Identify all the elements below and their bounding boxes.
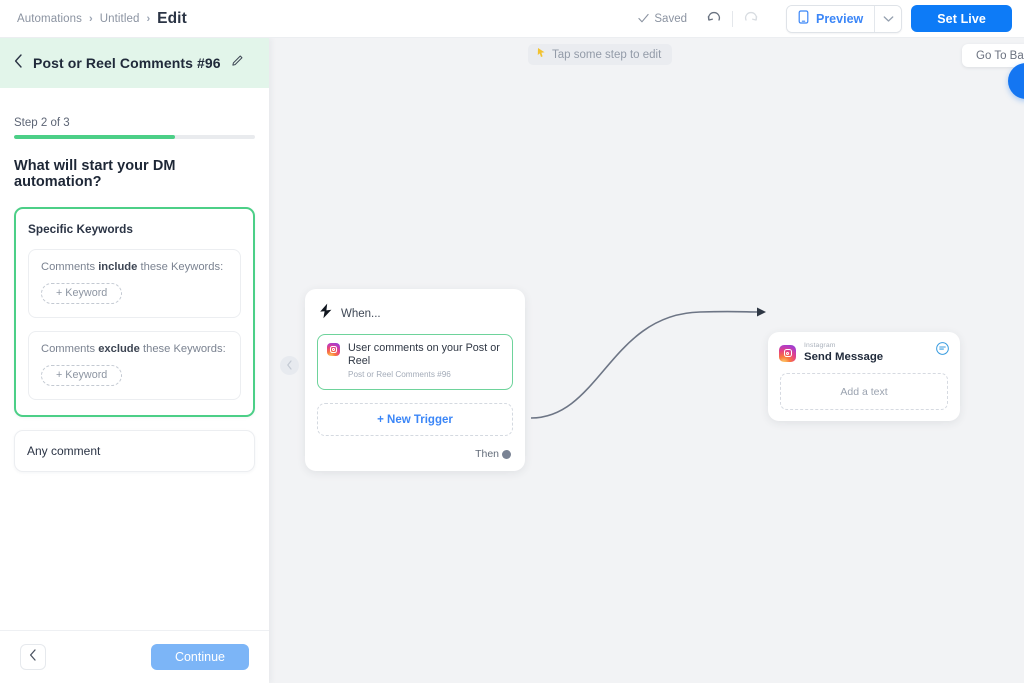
go-to-basic-button[interactable]: Go To Basic	[962, 44, 1024, 67]
kw-prefix: Comments	[41, 343, 98, 355]
option-any-comment[interactable]: Any comment	[14, 430, 255, 472]
add-keyword-exclude-chip[interactable]: + Keyword	[41, 365, 122, 386]
kw-strong: include	[98, 261, 137, 273]
option-specific-keywords[interactable]: Specific Keywords Comments include these…	[14, 207, 255, 417]
pencil-icon[interactable]	[231, 54, 244, 72]
trigger-item-subtitle: Post or Reel Comments #96	[348, 369, 503, 381]
trigger-item-title: User comments on your Post or Reel	[348, 342, 503, 368]
breadcrumb: Automations › Untitled › Edit	[17, 10, 187, 28]
trigger-item[interactable]: User comments on your Post or Reel Post …	[317, 334, 513, 390]
go-to-basic-label: Go To Basic	[976, 50, 1024, 62]
action-node-header: Instagram Send Message	[768, 332, 960, 364]
trigger-node-header-label: When...	[341, 308, 381, 320]
keyword-group-exclude: Comments exclude these Keywords: + Keywo…	[28, 331, 241, 400]
step-question: What will start your DM automation?	[14, 158, 255, 190]
breadcrumb-current: Edit	[157, 10, 187, 28]
new-trigger-label: + New Trigger	[377, 414, 453, 426]
add-keyword-include-chip[interactable]: + Keyword	[41, 283, 122, 304]
kw-suffix: these Keywords:	[137, 261, 223, 273]
action-platform-label: Instagram	[804, 342, 883, 350]
keyword-group-include-label: Comments include these Keywords:	[41, 261, 228, 273]
then-label: Then	[475, 448, 499, 460]
preview-button-group: Preview	[786, 5, 902, 33]
continue-button[interactable]: Continue	[151, 644, 249, 670]
chevron-left-icon[interactable]	[14, 54, 23, 73]
breadcrumb-separator: ›	[147, 13, 151, 25]
trigger-node[interactable]: When... User comments on your Post or Re…	[305, 289, 525, 471]
preview-dropdown-button[interactable]	[874, 6, 901, 32]
chevron-down-icon	[883, 10, 894, 28]
toolbar-actions: Saved Preview	[638, 5, 1024, 33]
saved-label: Saved	[654, 13, 687, 25]
back-button[interactable]	[20, 644, 46, 670]
add-text-label: Add a text	[840, 386, 887, 398]
preview-label: Preview	[816, 12, 863, 26]
new-trigger-button[interactable]: + New Trigger	[317, 403, 513, 436]
set-live-button[interactable]: Set Live	[911, 5, 1012, 32]
progress-bar-fill	[14, 135, 175, 139]
saved-status: Saved	[638, 13, 687, 25]
breadcrumb-separator: ›	[89, 13, 93, 25]
check-icon	[638, 13, 649, 24]
step-counter: Step 2 of 3	[14, 117, 255, 129]
top-toolbar: Automations › Untitled › Edit Saved	[0, 0, 1024, 38]
trigger-node-header: When...	[305, 289, 525, 324]
canvas-hint: Tap some step to edit	[528, 44, 672, 65]
step-panel: Post or Reel Comments #96 Step 2 of 3 Wh…	[0, 38, 269, 683]
lightning-icon	[319, 303, 333, 324]
redo-icon	[743, 9, 759, 29]
step-panel-footer: Continue	[0, 630, 269, 683]
action-title: Send Message	[804, 350, 883, 364]
kw-suffix: these Keywords:	[140, 343, 226, 355]
breadcrumb-untitled[interactable]: Untitled	[100, 13, 140, 25]
option-any-comment-title: Any comment	[27, 444, 242, 458]
automation-editor: Tap some step to edit Go To Basic When..…	[0, 0, 1024, 683]
chevron-left-icon	[286, 357, 293, 375]
fab-button[interactable]	[1008, 63, 1024, 99]
kw-prefix: Comments	[41, 261, 98, 273]
keyword-group-exclude-label: Comments exclude these Keywords:	[41, 343, 228, 355]
kw-strong: exclude	[98, 343, 140, 355]
chevron-left-icon	[29, 648, 37, 666]
add-text-placeholder[interactable]: Add a text	[780, 373, 948, 410]
action-node[interactable]: Instagram Send Message Add a text	[768, 332, 960, 421]
progress-bar	[14, 135, 255, 139]
redo-button[interactable]	[738, 6, 764, 32]
canvas-hint-label: Tap some step to edit	[552, 49, 661, 61]
option-specific-keywords-title: Specific Keywords	[28, 222, 241, 236]
instagram-icon	[327, 343, 340, 356]
undo-icon	[706, 9, 722, 29]
step-panel-title: Post or Reel Comments #96	[33, 55, 221, 71]
step-panel-header: Post or Reel Comments #96	[0, 38, 269, 88]
breadcrumb-automations[interactable]: Automations	[17, 13, 82, 25]
chat-bubble-icon[interactable]	[936, 342, 949, 360]
mobile-icon	[798, 10, 809, 27]
instagram-icon	[779, 345, 796, 362]
undo-button[interactable]	[701, 6, 727, 32]
then-connector-dot[interactable]	[502, 450, 511, 459]
panel-collapse-handle[interactable]	[280, 356, 299, 375]
preview-button[interactable]: Preview	[787, 6, 874, 32]
add-keyword-include-label: + Keyword	[56, 287, 107, 299]
keyword-group-include: Comments include these Keywords: + Keywo…	[28, 249, 241, 318]
step-panel-body: Step 2 of 3 What will start your DM auto…	[0, 88, 269, 630]
pointer-icon	[536, 47, 547, 62]
toolbar-divider	[732, 11, 733, 27]
add-keyword-exclude-label: + Keyword	[56, 369, 107, 381]
